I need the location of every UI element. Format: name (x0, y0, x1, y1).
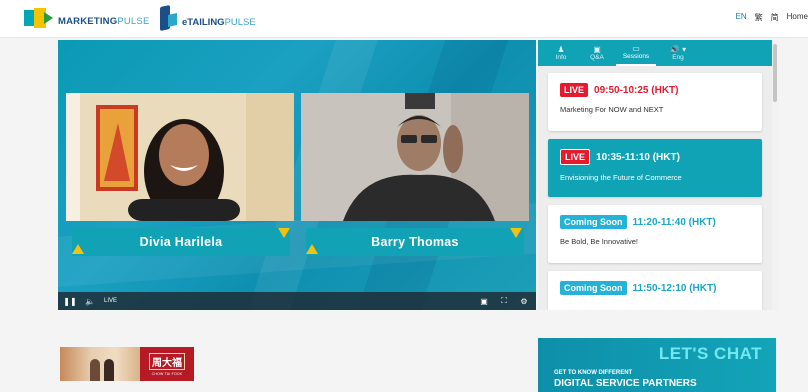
panel-scrollbar[interactable] (772, 40, 778, 310)
session-time: 11:50-12:10 (HKT) (632, 282, 717, 294)
lang-simplified-chinese-link[interactable]: 简 (771, 12, 779, 23)
side-panel-tabs: ♟ Info ▣ Q&A ▭ Sessions 🔊 ▾ Eng (538, 40, 774, 66)
banner-headline: LET'S CHAT (658, 344, 762, 363)
session-title: Marketing For NOW and NEXT (560, 105, 664, 114)
nameplate-accent-icon (510, 228, 522, 238)
fullscreen-icon[interactable]: ⛶ (498, 295, 510, 307)
page: MARKETINGPULSE eTAILINGPULSE EN 繁 简 Home (0, 0, 808, 392)
picture-in-picture-icon[interactable]: ▣ (478, 295, 490, 307)
brand-logo-english: CHOW TAI FOOK (151, 371, 183, 376)
speaker-1-image (66, 93, 294, 221)
chat-icon: ▣ (593, 45, 601, 54)
speaker-name: Barry Thomas (371, 235, 459, 249)
banner-tagline: DIGITAL SERVICE PARTNERS (554, 378, 697, 389)
tab-sessions[interactable]: ▭ Sessions (616, 40, 656, 66)
etailing-pulse-logo[interactable]: eTAILINGPULSE (160, 4, 256, 32)
session-card-active[interactable]: LIVE 10:35-11:10 (HKT) Envisioning the F… (548, 139, 762, 197)
speaker-2-image (301, 93, 529, 221)
banner-subline: GET TO KNOW DIFFERENT (554, 370, 633, 376)
tab-qa[interactable]: ▣ Q&A (580, 40, 614, 66)
lang-en-link[interactable]: EN (736, 12, 747, 23)
home-link[interactable]: Home (787, 12, 808, 23)
volume-icon[interactable]: 🔈 (84, 295, 96, 307)
side-panel: ♟ Info ▣ Q&A ▭ Sessions 🔊 ▾ Eng LIVE 09:… (538, 40, 774, 310)
tab-audio-language[interactable]: 🔊 ▾ Eng (658, 40, 698, 66)
tab-qa-label: Q&A (590, 54, 604, 61)
tab-info[interactable]: ♟ Info (544, 40, 578, 66)
live-badge: LIVE (560, 83, 589, 97)
nameplate-accent-icon (278, 228, 290, 238)
scrollbar-thumb[interactable] (773, 44, 777, 102)
speaker-nameplate-1: Divia Harilela (72, 228, 290, 256)
session-title: Be Bold, Be Innovative! (560, 237, 638, 246)
tab-sessions-label: Sessions (622, 53, 650, 60)
pause-icon[interactable]: ❚❚ (63, 295, 76, 307)
chow-tai-fook-banner[interactable]: 周大福 CHOW TAI FOOK (60, 347, 194, 381)
nameplate-accent-icon (306, 244, 318, 254)
video-controls-bar: ❚❚ 🔈 LIVE ▣ ⛶ ⚙ (58, 292, 536, 310)
session-card[interactable]: Coming Soon 11:20-11:40 (HKT) Be Bold, B… (548, 205, 762, 263)
session-card[interactable]: Coming Soon 11:50-12:10 (HKT) (548, 271, 762, 310)
tab-language-label: Eng (672, 54, 684, 61)
settings-gear-icon[interactable]: ⚙ (518, 295, 530, 307)
speaker-video-feed-1 (66, 93, 294, 221)
brand-logo-chinese: 周大福 (149, 352, 185, 370)
session-title: Envisioning the Future of Commerce (560, 173, 682, 182)
brand-logo: 周大福 CHOW TAI FOOK (140, 347, 194, 381)
session-time: 10:35-11:10 (HKT) (596, 151, 680, 163)
top-header: MARKETINGPULSE eTAILINGPULSE EN 繁 简 Home (0, 0, 808, 38)
monitor-icon: ▭ (632, 44, 640, 53)
language-switcher: EN 繁 简 Home (736, 12, 808, 23)
etailing-pulse-logo-text: eTAILINGPULSE (182, 16, 256, 28)
video-player[interactable]: Divia Harilela Barry Thomas ❚❚ 🔈 LIVE ▣ … (58, 40, 536, 310)
marketing-pulse-logo-text: MARKETINGPULSE (58, 15, 150, 27)
speaker-video-feed-2 (301, 93, 529, 221)
live-badge: LIVE (560, 149, 591, 165)
session-card[interactable]: LIVE 09:50-10:25 (HKT) Marketing For NOW… (548, 73, 762, 131)
session-time: 09:50-10:25 (HKT) (594, 84, 679, 96)
nameplate-accent-icon (72, 244, 84, 254)
lang-traditional-chinese-link[interactable]: 繁 (755, 12, 763, 23)
banner-photo (60, 347, 140, 381)
live-indicator: LIVE (104, 298, 118, 304)
speaker-nameplate-2: Barry Thomas (306, 228, 524, 256)
volume-icon: 🔊 ▾ (669, 45, 687, 54)
etailing-pulse-logo-mark (160, 4, 178, 32)
coming-soon-badge: Coming Soon (560, 215, 627, 229)
marketing-pulse-logo[interactable]: MARKETINGPULSE (24, 8, 149, 28)
coming-soon-badge: Coming Soon (560, 281, 627, 295)
marketing-pulse-logo-mark (24, 8, 54, 28)
lets-chat-banner[interactable]: LET'S CHAT GET TO KNOW DIFFERENT DIGITAL… (538, 338, 776, 392)
tab-info-label: Info (555, 54, 567, 61)
speaker-name: Divia Harilela (139, 235, 223, 249)
session-time: 11:20-11:40 (HKT) (632, 216, 716, 228)
people-icon: ♟ (557, 45, 565, 54)
sessions-list: LIVE 09:50-10:25 (HKT) Marketing For NOW… (538, 66, 774, 310)
